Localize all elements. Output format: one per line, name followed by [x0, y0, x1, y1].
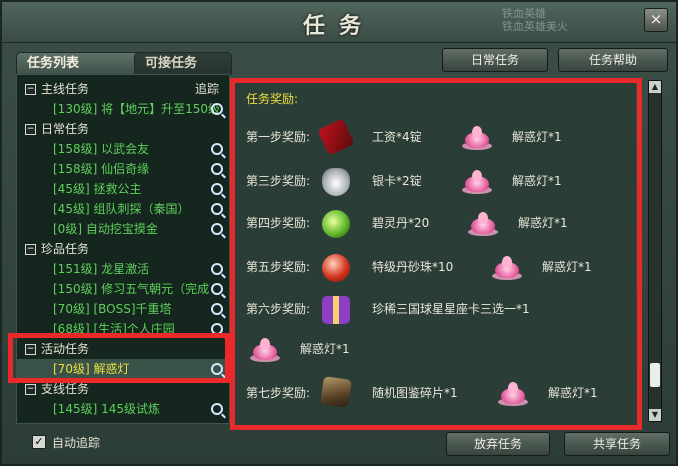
- search-icon[interactable]: [211, 103, 223, 115]
- share-quest-button[interactable]: 共享任务: [564, 432, 670, 456]
- quest-item[interactable]: [45级] 组队刺探（秦国）: [17, 199, 229, 219]
- lotus-lamp-icon: [462, 126, 492, 150]
- search-icon[interactable]: [211, 223, 223, 235]
- auto-track-label: 自动追踪: [52, 436, 101, 450]
- collapse-icon[interactable]: −: [25, 84, 36, 95]
- tab-available-quests[interactable]: 可接任务: [134, 52, 232, 75]
- reward-item-label: 工资*4锭: [372, 130, 422, 144]
- search-icon[interactable]: [211, 363, 223, 375]
- close-button[interactable]: ×: [644, 8, 668, 32]
- collapse-icon[interactable]: −: [25, 124, 36, 135]
- quest-window: 任务 铁血英雄 铁血英雄美火 × 任务列表 可接任务 日常任务 任务帮助 − 主…: [0, 0, 678, 466]
- reward-item-label: 解惑灯*1: [512, 130, 562, 144]
- search-icon[interactable]: [211, 323, 223, 335]
- group-side[interactable]: − 支线任务: [17, 379, 229, 399]
- lotus-lamp-icon: [468, 212, 498, 236]
- reward-row: 第五步奖励:: [246, 260, 311, 274]
- silver-ingot-icon: [322, 168, 350, 196]
- group-daily[interactable]: − 日常任务: [17, 119, 229, 139]
- quest-item[interactable]: [0级] 自动挖宝摸金: [17, 219, 229, 239]
- window-title: 任务: [302, 14, 375, 39]
- reward-item-label: 解惑灯*1: [512, 174, 562, 188]
- group-label: 支线任务: [41, 382, 90, 396]
- lotus-lamp-icon: [462, 170, 492, 194]
- red-envelope-icon: [317, 118, 355, 156]
- reward-title: 任务奖励:: [246, 92, 299, 106]
- quest-item[interactable]: [68级] [生活]个人庄园: [17, 319, 229, 339]
- reward-item-label: 碧灵丹*20: [372, 216, 430, 230]
- quest-item[interactable]: [158级] 以武会友: [17, 139, 229, 159]
- quest-item[interactable]: [150级] 修习五气朝元（完成: [17, 279, 229, 299]
- lotus-lamp-icon: [498, 382, 528, 406]
- quest-item[interactable]: [70级] [BOSS]千重塔: [17, 299, 229, 319]
- reward-item-label: 解惑灯*1: [518, 216, 568, 230]
- green-pill-icon: [322, 210, 350, 238]
- auto-track-checkbox[interactable]: ✓: [32, 435, 46, 449]
- scroll-thumb[interactable]: [650, 363, 660, 387]
- search-icon[interactable]: [211, 203, 223, 215]
- lotus-lamp-icon: [492, 256, 522, 280]
- quest-item[interactable]: [158级] 仙侣奇缘: [17, 159, 229, 179]
- reward-item-label: 解惑灯*1: [542, 260, 592, 274]
- quest-item[interactable]: [151级] 龙星激活: [17, 259, 229, 279]
- group-treasure[interactable]: − 珍品任务: [17, 239, 229, 259]
- reward-panel: 任务奖励: 第一步奖励: 工资*4锭 解惑灯*1 第三步奖励: 银卡*2锭 解惑…: [234, 78, 636, 428]
- reward-item-label: 珍稀三国球星星座卡三选一*1: [372, 302, 530, 316]
- reward-row: 第一步奖励:: [246, 130, 311, 144]
- red-pearl-icon: [322, 254, 350, 282]
- reward-item-label: 银卡*2锭: [372, 174, 422, 188]
- group-label: 日常任务: [41, 122, 90, 136]
- search-icon[interactable]: [211, 303, 223, 315]
- group-label: 珍品任务: [41, 242, 90, 256]
- search-icon[interactable]: [211, 403, 223, 415]
- quest-item[interactable]: [145级] 145级试炼: [17, 399, 229, 419]
- map-fragment-icon: [320, 376, 352, 408]
- lotus-lamp-icon: [250, 338, 280, 362]
- track-column-header: 追踪: [194, 82, 219, 96]
- title-bar[interactable]: 任务 铁血英雄 铁血英雄美火 ×: [2, 2, 676, 43]
- reward-row: 第七步奖励:: [246, 386, 311, 400]
- reward-scrollbar[interactable]: ▲ ▼: [648, 80, 662, 422]
- quest-list-panel: − 主线任务 追踪 [130级] 将【地元】升至150级 − 日常任务 [158…: [16, 74, 230, 424]
- reward-row: 第四步奖励:: [246, 216, 311, 230]
- scroll-down-icon[interactable]: ▼: [649, 409, 661, 421]
- quest-item[interactable]: [45级] 拯救公主: [17, 179, 229, 199]
- reward-item-label: 随机图鉴碎片*1: [372, 386, 458, 400]
- group-label: 主线任务: [41, 82, 90, 96]
- quest-item-selected[interactable]: [70级] 解惑灯: [17, 359, 229, 379]
- gift-box-icon: [322, 296, 350, 324]
- reward-item-label: 解惑灯*1: [300, 342, 350, 356]
- group-event[interactable]: − 活动任务: [17, 339, 229, 359]
- tab-quest-list[interactable]: 任务列表: [16, 52, 146, 75]
- reward-item-label: 解惑灯*1: [548, 386, 598, 400]
- watermark-logo: 铁血英雄 铁血英雄美火: [502, 7, 568, 33]
- scroll-up-icon[interactable]: ▲: [649, 81, 661, 93]
- reward-row: 第三步奖励:: [246, 174, 311, 188]
- group-main[interactable]: − 主线任务 追踪: [17, 79, 229, 99]
- search-icon[interactable]: [211, 183, 223, 195]
- reward-row: 第六步奖励:: [246, 302, 311, 316]
- collapse-icon[interactable]: −: [25, 244, 36, 255]
- quest-item[interactable]: [130级] 将【地元】升至150级: [17, 99, 229, 119]
- daily-quests-button[interactable]: 日常任务: [442, 48, 548, 72]
- quest-help-button[interactable]: 任务帮助: [558, 48, 668, 72]
- collapse-icon[interactable]: −: [25, 384, 36, 395]
- collapse-icon[interactable]: −: [25, 344, 36, 355]
- group-label: 活动任务: [41, 342, 90, 356]
- search-icon[interactable]: [211, 143, 223, 155]
- search-icon[interactable]: [211, 283, 223, 295]
- search-icon[interactable]: [211, 263, 223, 275]
- search-icon[interactable]: [211, 163, 223, 175]
- abandon-quest-button[interactable]: 放弃任务: [446, 432, 550, 456]
- reward-item-label: 特级丹砂珠*10: [372, 260, 454, 274]
